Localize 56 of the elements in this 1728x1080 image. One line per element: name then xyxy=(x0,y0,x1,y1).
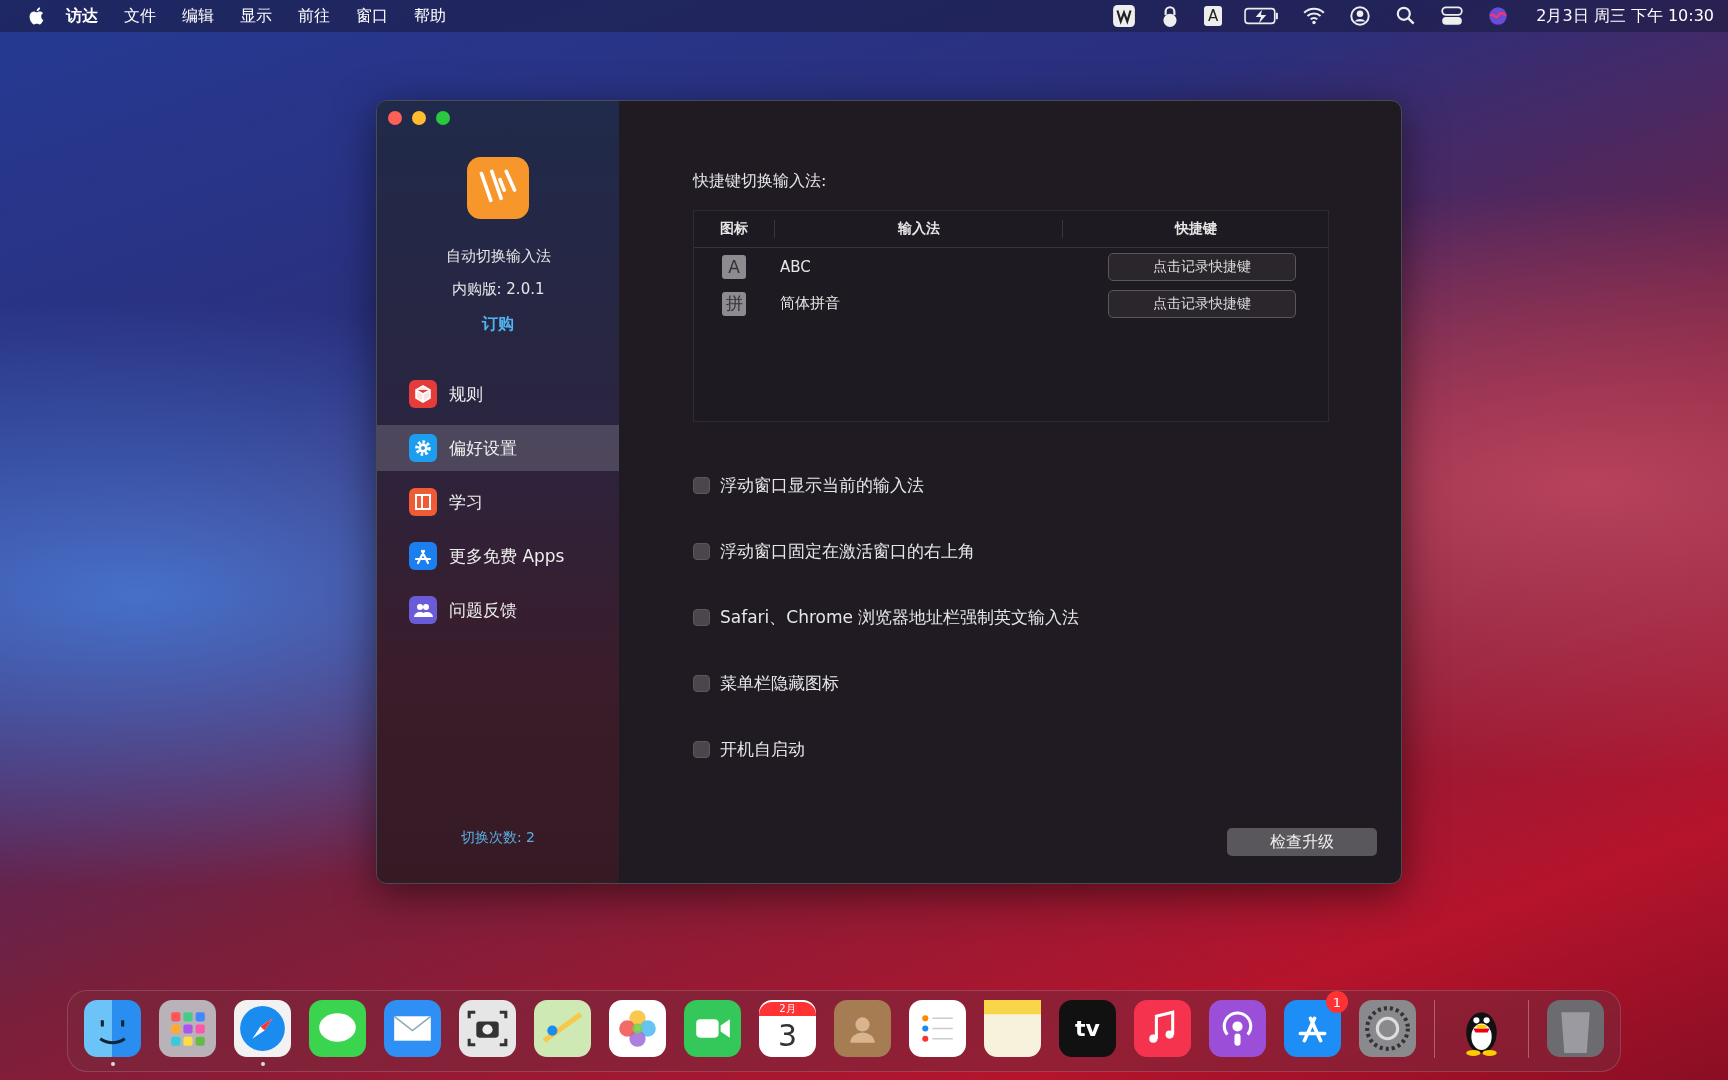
menu-item[interactable]: 访达 xyxy=(66,5,98,27)
checkbox[interactable] xyxy=(693,476,710,494)
input-source-indicator[interactable]: A xyxy=(1204,6,1223,26)
sidebar-item[interactable]: 更多免费 Apps xyxy=(377,533,619,579)
menu-bar-clock[interactable]: 2月3日 周三 下午 10:30 xyxy=(1536,5,1714,27)
checkbox-label: 浮动窗口固定在激活窗口的右上角 xyxy=(720,539,975,563)
check-update-button[interactable]: 检查升级 xyxy=(1227,828,1377,856)
input-method-icon: A xyxy=(722,254,746,279)
table-cell-text: 简体拼音 xyxy=(779,294,841,313)
menu-item[interactable]: 前往 xyxy=(298,5,330,27)
gear-icon xyxy=(409,434,437,462)
record-shortcut-button[interactable]: 点击记录快捷键 xyxy=(1107,252,1296,281)
sidebar-item[interactable]: 偏好设置 xyxy=(377,425,619,471)
switch-count: 切换次数: 2 xyxy=(460,829,536,847)
column-header: 输入法 xyxy=(774,220,1062,238)
checkbox[interactable] xyxy=(693,608,710,626)
menu-item[interactable]: 显示 xyxy=(240,5,272,27)
checkbox-label: Safari、Chrome 浏览器地址栏强制英文输入法 xyxy=(720,605,1080,629)
letter-w-app-icon[interactable] xyxy=(1112,4,1136,28)
notification-badge: 1 xyxy=(1326,991,1348,1013)
calendar-day: 3 xyxy=(777,1015,798,1056)
control-center-icon[interactable] xyxy=(1440,4,1465,28)
record-shortcut-button[interactable]: 点击记录快捷键 xyxy=(1107,289,1296,318)
app-name: 自动切换输入法 xyxy=(445,247,551,266)
sidebar-item[interactable]: 学习 xyxy=(377,479,619,525)
cube-icon xyxy=(409,380,437,408)
menu-item[interactable]: 编辑 xyxy=(182,5,214,27)
table-cell-text: ABC xyxy=(779,257,812,276)
calendar-month: 2月 xyxy=(759,1001,816,1016)
input-method-icon: 拼 xyxy=(722,291,746,316)
column-header: 快捷键 xyxy=(1062,220,1328,238)
book-icon xyxy=(409,488,437,516)
app-logo-icon xyxy=(467,157,529,219)
checkbox[interactable] xyxy=(693,542,710,560)
tv-label: tv xyxy=(1075,1016,1100,1041)
checkbox-label: 菜单栏隐藏图标 xyxy=(720,671,839,695)
checkbox-label: 开机自启动 xyxy=(720,737,805,761)
section-title: 快捷键切换输入法: xyxy=(693,171,828,192)
checkbox-label: 浮动窗口显示当前的输入法 xyxy=(720,473,924,497)
apple-logo-icon[interactable] xyxy=(28,6,46,26)
version-label: 内购版: 2.0.1 xyxy=(451,280,545,299)
column-header: 图标 xyxy=(719,220,749,238)
menu-item[interactable]: 窗口 xyxy=(356,5,388,27)
sidebar-item[interactable]: 问题反馈 xyxy=(377,587,619,633)
close-button[interactable] xyxy=(388,111,402,125)
menu-item[interactable]: 文件 xyxy=(124,5,156,27)
checkbox[interactable] xyxy=(693,674,710,692)
purchase-link[interactable]: 订购 xyxy=(482,314,514,335)
zoom-button[interactable] xyxy=(436,111,450,125)
menu-item[interactable]: 帮助 xyxy=(414,5,446,27)
user-circle-icon[interactable] xyxy=(1348,4,1373,28)
sidebar-item[interactable]: 规则 xyxy=(377,371,619,417)
checkbox[interactable] xyxy=(693,740,710,758)
people-icon xyxy=(409,596,437,624)
app-store-icon xyxy=(409,542,437,570)
minimize-button[interactable] xyxy=(412,111,426,125)
